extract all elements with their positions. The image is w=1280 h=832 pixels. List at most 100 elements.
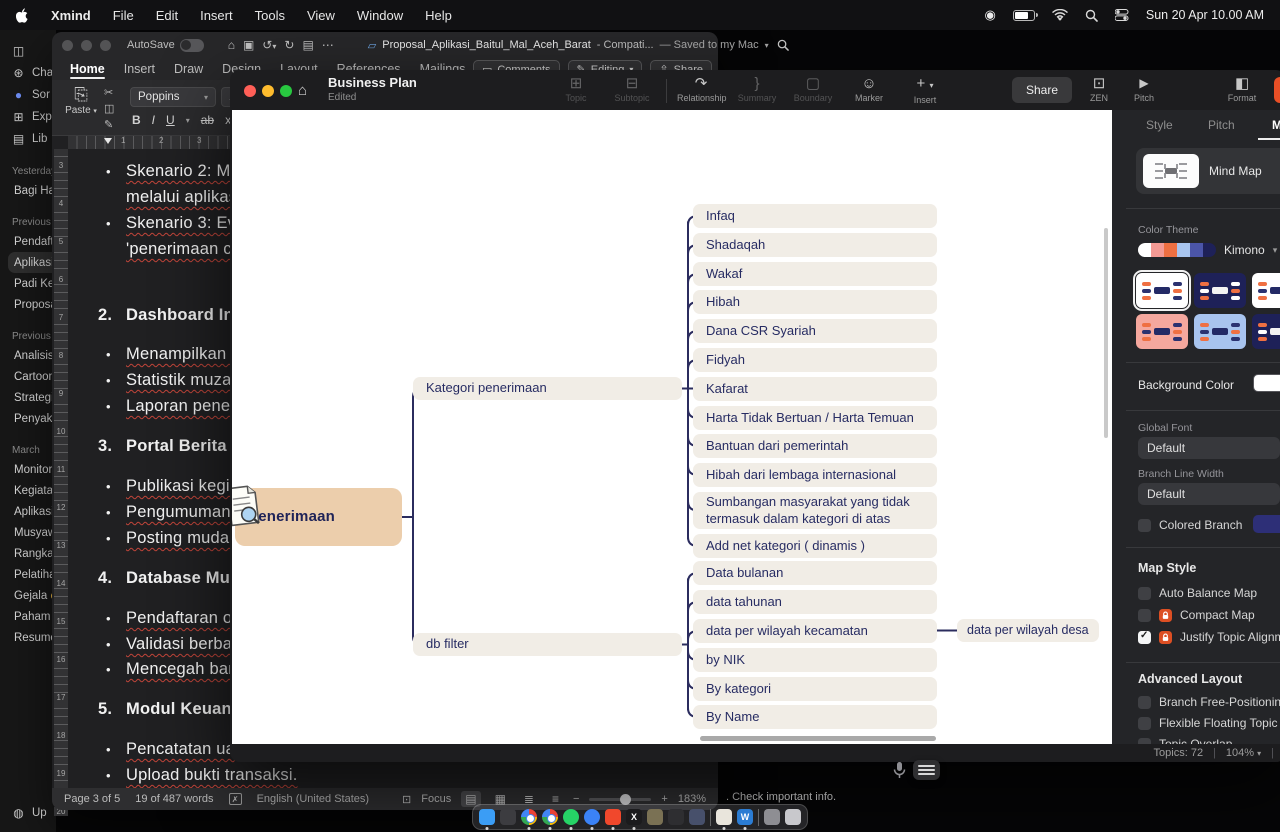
subtopic[interactable]: Dana CSR Syariah xyxy=(693,319,937,343)
sidebar-chat-item[interactable]: Padi Ken xyxy=(12,273,56,294)
dock-icon-folder-app[interactable] xyxy=(647,809,663,825)
branch-topic-db-filter[interactable]: db filter xyxy=(413,633,682,656)
menu-view[interactable]: View xyxy=(307,8,335,23)
subtopic[interactable]: by NIK xyxy=(693,648,937,672)
word-count[interactable]: 19 of 487 words xyxy=(135,793,213,805)
insert-button[interactable]: + ▾Insert xyxy=(901,74,949,105)
dock-icon-finder[interactable] xyxy=(479,809,495,825)
checkbox[interactable] xyxy=(1138,696,1151,709)
subtopic[interactable]: By Name xyxy=(693,705,937,729)
home-icon[interactable]: ⌂ xyxy=(228,38,235,52)
subtopic[interactable]: Wakaf xyxy=(693,262,937,286)
dock-icon-chrome-profile-2[interactable] xyxy=(542,809,558,825)
theme-thumbnail-2[interactable] xyxy=(1194,273,1246,308)
tab-home[interactable]: Home xyxy=(70,58,105,80)
theme-thumbnail-5[interactable] xyxy=(1194,314,1246,349)
sidebar-chat-item[interactable]: Monitori xyxy=(12,459,56,480)
subtopic[interactable]: Fidyah xyxy=(693,348,937,372)
focus-icon[interactable]: ⊡ xyxy=(402,793,411,806)
sidebar-chat-item[interactable]: Pendafta xyxy=(12,231,56,252)
xmind-home-icon[interactable]: ⌂ xyxy=(298,82,307,99)
page-indicator[interactable]: Page 3 of 5 xyxy=(64,793,120,805)
map-style-compact-map[interactable]: Compact Map xyxy=(1138,608,1255,622)
strikethrough-button[interactable]: ab xyxy=(201,113,214,127)
format-panel-button[interactable]: ◧Format xyxy=(1220,74,1264,103)
menu-help[interactable]: Help xyxy=(425,8,452,23)
zoom-slider[interactable] xyxy=(589,798,651,801)
subtopic[interactable]: Kafarat xyxy=(693,377,937,401)
indent-marker[interactable] xyxy=(104,138,112,144)
xmind-minimize-button[interactable] xyxy=(262,85,274,97)
sidebar-toggle-icon[interactable]: ◫ xyxy=(12,40,56,62)
color-theme-select[interactable]: Kimono ▾ xyxy=(1138,243,1277,257)
autosave-control[interactable]: AutoSave xyxy=(127,39,204,52)
subtopic[interactable]: Sumbangan masyarakat yang tidak termasuk… xyxy=(693,492,937,529)
dock-icon-capcut[interactable] xyxy=(668,809,684,825)
menubar-app-name[interactable]: Xmind xyxy=(51,8,91,23)
sidebar-upgrade-item[interactable]: ◍ Up xyxy=(12,802,47,824)
wifi-icon[interactable] xyxy=(1052,9,1068,21)
paste-button[interactable]: ⎘ Paste ▾ xyxy=(64,85,98,116)
subtopic[interactable]: Infaq xyxy=(693,204,937,228)
checkbox[interactable] xyxy=(1138,587,1151,600)
vertical-ruler[interactable]: 34567891011121314151617181920 xyxy=(54,149,68,788)
menu-file[interactable]: File xyxy=(113,8,134,23)
relationship-button[interactable]: ↷Relationship xyxy=(677,74,725,103)
word-minimize-button[interactable] xyxy=(81,40,92,51)
control-center-icon[interactable] xyxy=(1115,9,1129,21)
dock-icon-minimized-window[interactable] xyxy=(764,809,780,825)
titlebar-search-icon[interactable] xyxy=(777,39,789,51)
sidebar-chat-item[interactable]: Bagi Has xyxy=(12,180,56,201)
theme-thumbnail-3[interactable] xyxy=(1252,273,1280,308)
menu-edit[interactable]: Edit xyxy=(156,8,178,23)
cut-icon[interactable]: ✂ xyxy=(104,86,114,99)
save-icon[interactable]: ▣ xyxy=(243,38,254,52)
subtopic[interactable]: data per wilayah kecamatan xyxy=(693,619,937,643)
subtopic[interactable]: Harta Tidak Bertuan / Harta Temuan xyxy=(693,406,937,430)
xmind-close-button[interactable] xyxy=(244,85,256,97)
structure-card[interactable]: Mind Map xyxy=(1136,148,1280,194)
italic-button[interactable]: I xyxy=(152,113,155,127)
upgrade-button[interactable]: Upgrade xyxy=(1274,77,1280,103)
mindmap-canvas[interactable]: Penerimaan Kategori penerimaan db filter In… xyxy=(232,110,1112,744)
subtopic[interactable]: data tahunan xyxy=(693,590,937,614)
canvas-zoom-level[interactable]: 104% ▾ xyxy=(1226,747,1261,759)
theme-thumbnail-6[interactable] xyxy=(1252,314,1280,349)
menu-tools[interactable]: Tools xyxy=(255,8,285,23)
checkbox[interactable] xyxy=(1138,631,1151,644)
sidebar-item-cha[interactable]: ⊛Cha xyxy=(12,62,56,84)
dock-icon-trash[interactable] xyxy=(785,809,801,825)
subtopic[interactable]: Hibah xyxy=(693,290,937,314)
word-zoom-button[interactable] xyxy=(100,40,111,51)
tab-insert[interactable]: Insert xyxy=(124,58,155,80)
branch-topic-kategori-penerimaan[interactable]: Kategori penerimaan xyxy=(413,377,682,400)
sidebar-chat-item[interactable]: Rangkai xyxy=(12,543,56,564)
central-topic[interactable]: Penerimaan xyxy=(235,488,402,546)
sidebar-chat-item[interactable]: Strategi xyxy=(12,387,56,408)
xmind-share-button[interactable]: Share xyxy=(1012,77,1072,103)
menu-insert[interactable]: Insert xyxy=(200,8,233,23)
sidebar-chat-item[interactable]: Paham A xyxy=(12,606,56,627)
sidebar-chat-item[interactable]: Aplikasi xyxy=(12,501,56,522)
print-icon[interactable]: ▤ xyxy=(302,38,313,52)
advanced-topic-overlap[interactable]: Topic Overlap xyxy=(1138,737,1232,744)
tab-draw[interactable]: Draw xyxy=(174,58,203,80)
sidebar-item-exp[interactable]: ⊞Exp xyxy=(12,106,56,128)
panel-tab-pitch[interactable]: Pitch xyxy=(1208,118,1235,132)
branch-line-width-select[interactable]: Default xyxy=(1138,483,1280,505)
panel-tab-style[interactable]: Style xyxy=(1146,118,1173,132)
map-style-justify-topic-alignment[interactable]: Justify Topic Alignment xyxy=(1138,630,1280,644)
subtopic[interactable]: Shadaqah xyxy=(693,233,937,257)
colored-branch-row[interactable]: Colored Branch xyxy=(1138,518,1242,532)
global-font-select[interactable]: Default xyxy=(1138,437,1280,459)
canvas-horizontal-scrollbar[interactable] xyxy=(700,736,936,741)
autosave-toggle[interactable] xyxy=(180,39,204,52)
more-commands-icon[interactable]: ⋯ xyxy=(322,38,334,52)
subtopic[interactable]: Bantuan dari pemerintah xyxy=(693,434,937,458)
dock-icon-word[interactable]: W xyxy=(737,809,753,825)
checkbox[interactable] xyxy=(1138,717,1151,730)
marker-button[interactable]: ☺Marker xyxy=(845,74,893,103)
sidebar-chat-item[interactable]: Kegiatan xyxy=(12,480,56,501)
panel-tab-map[interactable]: Map xyxy=(1272,118,1280,132)
advanced-flexible-floating-topic[interactable]: Flexible Floating Topic xyxy=(1138,716,1278,730)
